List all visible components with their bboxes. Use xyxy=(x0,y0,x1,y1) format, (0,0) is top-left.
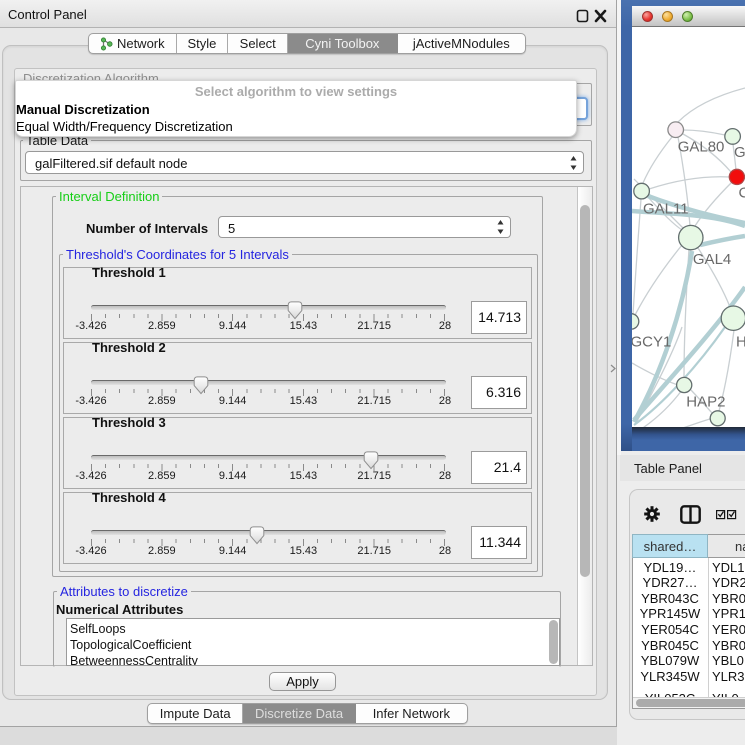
svg-text:H: H xyxy=(736,333,745,350)
svg-text:GAL11: GAL11 xyxy=(643,201,689,218)
svg-text:GCY1: GCY1 xyxy=(632,333,671,350)
svg-text:HAP2: HAP2 xyxy=(686,394,725,411)
svg-text:GA: GA xyxy=(734,144,745,161)
svg-text:GAL4: GAL4 xyxy=(693,251,731,268)
svg-text:C: C xyxy=(739,185,745,202)
svg-text:GAL80: GAL80 xyxy=(678,138,725,155)
